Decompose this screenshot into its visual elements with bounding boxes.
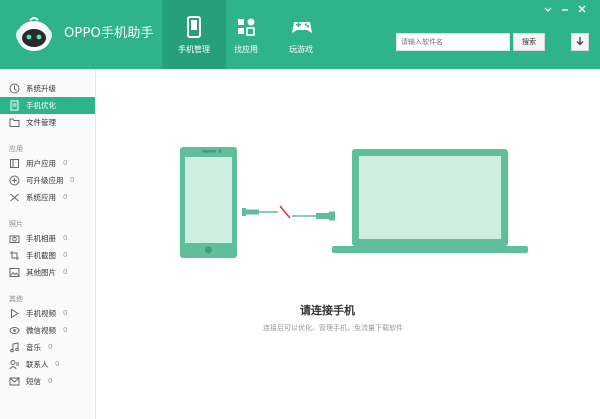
sidebar-item-count: 0: [63, 193, 68, 201]
folder-icon: [9, 118, 20, 127]
sidebar-item-label: 系统应用: [26, 193, 56, 202]
menu-button[interactable]: [542, 4, 554, 14]
tab-play-games[interactable]: 玩游戏: [269, 0, 333, 69]
sidebar-item-count: 0: [63, 159, 68, 167]
sidebar-item-label: 联系人: [26, 360, 49, 369]
sidebar-item-other-images[interactable]: 其他图片 0: [0, 264, 95, 281]
sidebar-item-count: 0: [63, 309, 68, 317]
sidebar-item-phone-screenshot[interactable]: 手机截图 0: [0, 247, 95, 264]
connect-title: 请连接手机: [300, 304, 355, 317]
user-apps-icon: [10, 159, 19, 168]
sidebar-item-label: 文件管理: [26, 118, 56, 127]
laptop-illustration: [332, 149, 528, 253]
sidebar-item-label: 其他图片: [26, 268, 56, 277]
sidebar-item-file-manage[interactable]: 文件管理: [0, 114, 95, 131]
sidebar-group-apps: 应用: [9, 145, 23, 153]
sidebar: 系统升级 手机优化 文件管理 应用 用户应用 0 可升级应用 0 系统应用 0 …: [0, 69, 96, 419]
sidebar-item-system-upgrade[interactable]: 系统升级: [0, 80, 95, 97]
optimize-icon: [10, 100, 19, 111]
sidebar-item-phone-optimize[interactable]: 手机优化: [0, 97, 95, 114]
sidebar-item-count: 0: [55, 360, 60, 368]
sidebar-item-label: 系统升级: [26, 84, 56, 93]
cable-illustration: [242, 205, 335, 221]
sidebar-item-count: 0: [63, 234, 68, 242]
sidebar-item-label: 短信: [26, 377, 41, 386]
menu-icon: [544, 7, 552, 12]
message-icon: [9, 377, 20, 386]
system-apps-icon: [10, 193, 19, 202]
image-icon: [9, 268, 20, 277]
search-input[interactable]: [396, 33, 510, 51]
download-icon: [576, 37, 584, 46]
close-button[interactable]: [576, 4, 588, 14]
minimize-icon: [562, 9, 568, 11]
sidebar-item-sms[interactable]: 短信 0: [0, 373, 95, 390]
sidebar-group-photos: 照片: [9, 220, 23, 228]
sidebar-item-label: 手机优化: [26, 101, 56, 110]
sidebar-item-upgradable-apps[interactable]: 可升级应用 0: [0, 172, 95, 189]
sidebar-item-count: 0: [70, 176, 75, 184]
sidebar-item-phone-video[interactable]: 手机视频 0: [0, 305, 95, 322]
phone-icon: [187, 16, 201, 38]
sidebar-item-count: 0: [48, 343, 53, 351]
connect-illustration: [180, 147, 528, 258]
sidebar-item-count: 0: [63, 268, 68, 276]
screenshot-icon: [10, 251, 19, 260]
connect-subtitle: 连接后可以优化、管理手机，免流量下载软件: [263, 324, 403, 332]
music-icon: [10, 342, 19, 353]
upgradable-apps-icon: [9, 175, 20, 186]
camera-icon: [9, 235, 20, 243]
sidebar-group-other: 其他: [9, 295, 23, 303]
gamepad-icon: [292, 22, 312, 33]
app-logo: [16, 17, 52, 51]
sidebar-item-phone-album[interactable]: 手机相册 0: [0, 230, 95, 247]
sidebar-item-contacts[interactable]: 联系人 0: [0, 356, 95, 373]
top-bar: OPPO手机助手 手机管理 找应用 玩游戏 搜索: [0, 0, 600, 69]
sidebar-item-label: 可升级应用: [26, 176, 64, 185]
sidebar-item-label: 手机截图: [26, 251, 56, 260]
search-button[interactable]: 搜索: [513, 33, 545, 51]
minimize-button[interactable]: [559, 4, 571, 14]
app-brand: OPPO手机助手: [64, 26, 154, 41]
sidebar-item-system-apps[interactable]: 系统应用 0: [0, 189, 95, 206]
sidebar-item-label: 用户应用: [26, 159, 56, 168]
sidebar-item-count: 0: [48, 377, 53, 385]
contacts-icon: [9, 360, 19, 370]
sidebar-item-user-apps[interactable]: 用户应用 0: [0, 155, 95, 172]
sidebar-item-label: 手机视频: [26, 309, 56, 318]
phone-illustration: [180, 147, 237, 258]
apps-icon: [238, 18, 255, 36]
sidebar-item-label: 音乐: [26, 343, 41, 352]
sidebar-item-count: 0: [63, 251, 68, 259]
upgrade-icon: [9, 83, 20, 94]
download-button[interactable]: [571, 33, 589, 51]
tab-label: 玩游戏: [289, 45, 313, 54]
video-icon: [11, 308, 19, 319]
close-icon: [578, 5, 586, 13]
sidebar-item-music[interactable]: 音乐 0: [0, 339, 95, 356]
sidebar-item-label: 手机相册: [26, 234, 56, 243]
